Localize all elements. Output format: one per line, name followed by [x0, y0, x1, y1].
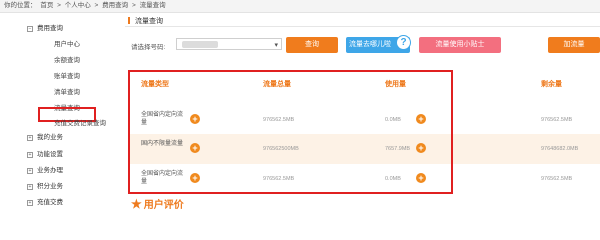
sidebar-group-recharge[interactable]: + 充值交费 [27, 196, 63, 206]
tab-title: 流量查询 [135, 18, 163, 25]
sidebar-group-label: 功能设置 [37, 151, 63, 158]
breadcrumb-personal[interactable]: 个人中心 [65, 2, 91, 9]
column-header-remaining: 剩余量 [541, 81, 562, 88]
breadcrumb-home[interactable]: 首页 [40, 2, 53, 9]
sidebar: − 费用查询 用户中心 余额查询 账单查询 清单查询 流量查询 充值交费记录查询 … [0, 14, 117, 213]
sidebar-group-label: 我的业务 [37, 134, 63, 141]
sidebar-group-label: 业务办理 [37, 167, 63, 174]
user-review-title: 用户评价 [143, 200, 184, 211]
sidebar-group-fee[interactable]: − 费用查询 [27, 22, 63, 32]
traffic-where-button[interactable]: 流量去哪儿啦 ? [346, 35, 411, 53]
sidebar-group-my-business[interactable]: + 我的业务 [27, 131, 63, 141]
sidebar-item-recharge-record[interactable]: 充值交费记录查询 [54, 117, 106, 127]
query-button[interactable]: 查询 [286, 37, 338, 53]
masked-phone-number [182, 41, 218, 48]
sidebar-group-label: 费用查询 [37, 25, 63, 32]
tab-traffic-query: 流量查询 [125, 14, 600, 27]
chevron-down-icon[interactable]: ▾ [274, 41, 278, 49]
breadcrumb-fee[interactable]: 费用查询 [102, 2, 128, 9]
tab-accent-bar [128, 17, 130, 24]
breadcrumb-current: 流量查询 [139, 2, 166, 9]
expand-icon[interactable]: + [27, 184, 33, 190]
breadcrumb-sep: > [94, 2, 99, 9]
breadcrumb: 你的位置： 首页 > 个人中心 > 费用查询 > 流量查询 [0, 0, 600, 13]
traffic-where-label: 流量去哪儿啦 [349, 41, 391, 48]
sidebar-group-handling[interactable]: + 业务办理 [27, 164, 63, 174]
sidebar-group-label: 充值交费 [37, 199, 63, 206]
expand-icon[interactable]: + [27, 152, 33, 158]
traffic-tips-button[interactable]: 流量使用小贴士 [419, 37, 501, 53]
breadcrumb-prefix: 你的位置： [4, 2, 37, 9]
sidebar-group-label: 积分业务 [37, 183, 63, 190]
cell-remaining: 976562.5MB [541, 176, 573, 182]
add-traffic-button[interactable]: 加流量 [548, 37, 600, 53]
sidebar-group-settings[interactable]: + 功能设置 [27, 148, 63, 158]
user-review-heading: ★ 用户评价 [131, 196, 184, 211]
sidebar-item-balance[interactable]: 余额查询 [54, 54, 80, 64]
sidebar-item-user-center[interactable]: 用户中心 [54, 38, 80, 48]
expand-icon[interactable]: + [27, 200, 33, 206]
sidebar-item-detail[interactable]: 清单查询 [54, 86, 80, 96]
expand-icon[interactable]: + [27, 168, 33, 174]
cell-remaining: 97648682.0MB [541, 146, 579, 152]
number-label: 请选择号码: [131, 44, 166, 51]
number-select[interactable]: ▾ [176, 38, 282, 50]
breadcrumb-sep: > [131, 2, 136, 9]
sidebar-item-bill[interactable]: 账单查询 [54, 70, 80, 80]
main-content: 流量查询 请选择号码: ▾ 查询 流量去哪儿啦 ? 流量使用小贴士 加流量 流量… [121, 14, 600, 213]
question-icon[interactable]: ? [396, 35, 411, 50]
cell-remaining: 976562.5MB [541, 117, 573, 123]
breadcrumb-sep: > [57, 2, 61, 9]
table-highlight-frame [128, 70, 453, 194]
sidebar-group-points[interactable]: + 积分业务 [27, 180, 63, 190]
expand-icon[interactable]: + [27, 135, 33, 141]
collapse-icon[interactable]: − [27, 26, 33, 32]
star-icon: ★ [131, 197, 142, 211]
